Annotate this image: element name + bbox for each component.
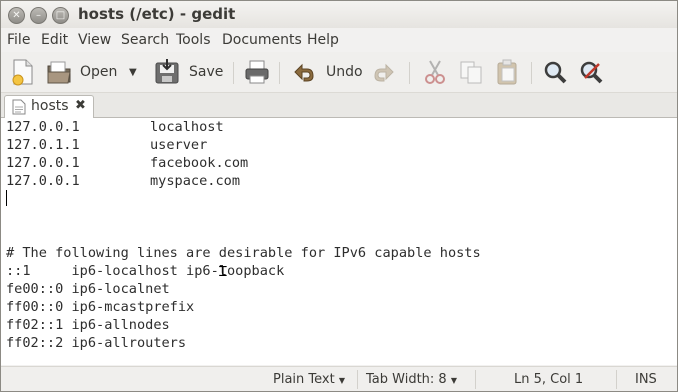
find-icon bbox=[544, 61, 567, 84]
title-bar: ✕ – □ hosts (/etc) - gedit bbox=[1, 1, 677, 28]
editor-line: 127.0.0.1 localhost bbox=[6, 119, 224, 135]
undo-label[interactable]: Undo bbox=[326, 64, 363, 80]
find-button[interactable] bbox=[541, 58, 569, 86]
copy-button[interactable] bbox=[457, 58, 485, 86]
menu-file[interactable]: File bbox=[7, 32, 30, 48]
tab-label: hosts bbox=[31, 98, 69, 114]
editor-comment-line: # The following lines are desirable for … bbox=[6, 245, 481, 261]
tab-hosts[interactable]: hosts ✖ bbox=[4, 95, 94, 119]
editor-line: ff02::1 ip6-allnodes bbox=[6, 317, 170, 333]
new-button[interactable] bbox=[9, 58, 37, 86]
paste-button[interactable] bbox=[493, 58, 521, 86]
editor-line: 127.0.1.1 userver bbox=[6, 137, 208, 153]
paste-icon bbox=[497, 59, 517, 85]
cut-icon bbox=[425, 60, 445, 84]
redo-button[interactable] bbox=[371, 58, 399, 86]
text-document-icon bbox=[12, 99, 26, 115]
tab-width-label: Tab Width: 8 bbox=[366, 372, 447, 387]
window-title: hosts (/etc) - gedit bbox=[78, 5, 236, 23]
cursor-position: Ln 5, Col 1 bbox=[514, 372, 584, 387]
close-window-button[interactable]: ✕ bbox=[8, 7, 25, 24]
print-icon bbox=[245, 60, 269, 84]
open-button[interactable] bbox=[45, 58, 73, 86]
menu-search[interactable]: Search bbox=[121, 32, 169, 48]
minimize-window-button[interactable]: – bbox=[30, 7, 47, 24]
open-label[interactable]: Open bbox=[80, 64, 117, 80]
dropdown-arrow-icon: ▼ bbox=[450, 376, 457, 385]
editor-line: ff00::0 ip6-mcastprefix bbox=[6, 299, 195, 315]
menu-bar: File Edit View Search Tools Documents He… bbox=[1, 28, 677, 52]
copy-icon bbox=[460, 61, 482, 84]
redo-icon bbox=[374, 63, 394, 82]
save-icon bbox=[155, 59, 179, 84]
status-separator bbox=[616, 370, 617, 389]
open-recent-dropdown[interactable]: ▼ bbox=[129, 67, 137, 78]
tab-width-selector[interactable]: Tab Width: 8 ▼ bbox=[366, 372, 457, 387]
toolbar-separator bbox=[531, 62, 532, 84]
save-label[interactable]: Save bbox=[189, 64, 223, 80]
open-folder-icon bbox=[47, 61, 71, 84]
text-cursor bbox=[6, 190, 7, 206]
editor-line: 127.0.0.1 facebook.com bbox=[6, 155, 249, 171]
toolbar-separator bbox=[409, 62, 410, 84]
maximize-window-button[interactable]: □ bbox=[52, 7, 69, 24]
editor-line: ff02::2 ip6-allrouters bbox=[6, 335, 187, 351]
language-label: Plain Text bbox=[273, 372, 335, 387]
cut-button[interactable] bbox=[421, 58, 449, 86]
status-separator bbox=[357, 370, 358, 389]
dropdown-arrow-icon: ▼ bbox=[338, 376, 345, 385]
new-document-icon bbox=[12, 59, 33, 86]
undo-icon bbox=[294, 63, 314, 82]
editor-line: 127.0.0.1 myspace.com bbox=[6, 173, 241, 189]
print-button[interactable] bbox=[243, 58, 271, 86]
editor-line: ::1 ip6-localhost ip6-loopback bbox=[6, 263, 285, 279]
undo-button[interactable] bbox=[289, 58, 317, 86]
toolbar: Open ▼ Save Undo bbox=[1, 52, 677, 93]
language-selector[interactable]: Plain Text ▼ bbox=[273, 372, 345, 387]
mouse-ibeam-icon: Ɪ bbox=[219, 264, 227, 280]
status-bar: Plain Text ▼ Tab Width: 8 ▼ Ln 5, Col 1 … bbox=[1, 366, 677, 391]
insert-mode: INS bbox=[635, 372, 657, 387]
menu-edit[interactable]: Edit bbox=[41, 32, 68, 48]
find-replace-icon bbox=[580, 61, 603, 84]
status-separator bbox=[475, 370, 476, 389]
save-button[interactable] bbox=[153, 58, 181, 86]
text-editor[interactable]: 127.0.0.1 localhost 127.0.1.1 userver 127.… bbox=[1, 118, 677, 365]
gedit-window: ✕ – □ hosts (/etc) - gedit File Edit Vie… bbox=[0, 0, 678, 392]
document-tab-bar: hosts ✖ bbox=[1, 93, 677, 119]
toolbar-separator bbox=[233, 62, 234, 84]
menu-view[interactable]: View bbox=[78, 32, 111, 48]
menu-tools[interactable]: Tools bbox=[176, 32, 211, 48]
find-replace-button[interactable] bbox=[577, 58, 605, 86]
tab-close-icon[interactable]: ✖ bbox=[75, 98, 86, 113]
toolbar-separator bbox=[279, 62, 280, 84]
editor-line: fe00::0 ip6-localnet bbox=[6, 281, 170, 297]
menu-documents[interactable]: Documents bbox=[222, 32, 302, 48]
menu-help[interactable]: Help bbox=[307, 32, 339, 48]
